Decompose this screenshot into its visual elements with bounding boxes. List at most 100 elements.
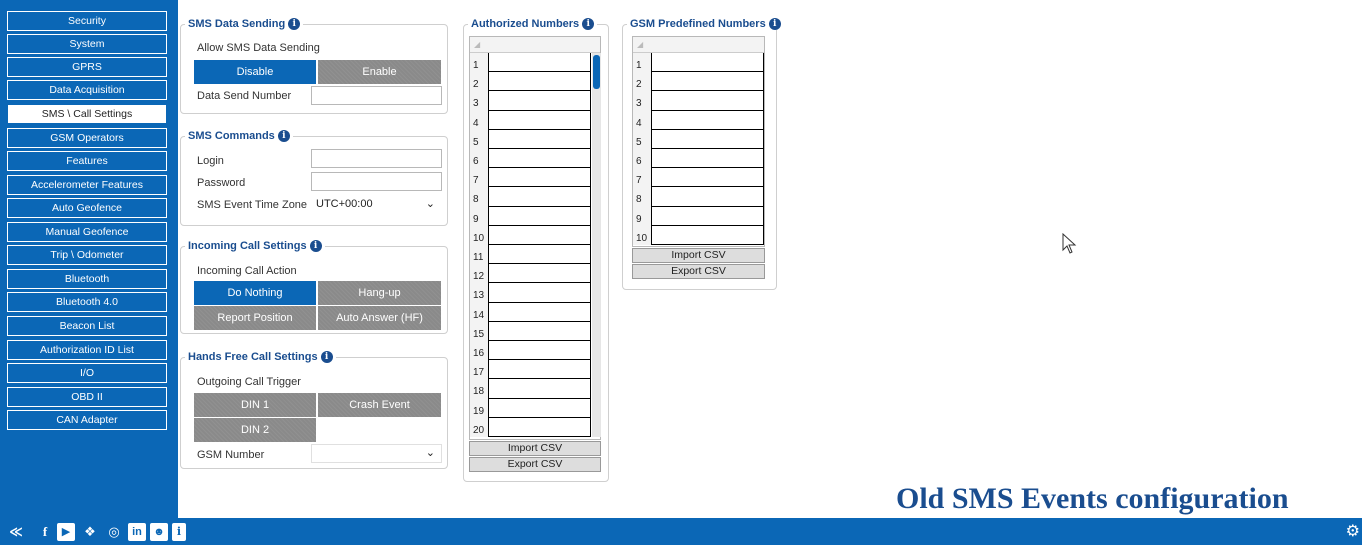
number-cell[interactable] bbox=[488, 302, 591, 322]
number-cell[interactable] bbox=[488, 110, 591, 130]
info-icon[interactable]: i bbox=[320, 351, 333, 363]
info-icon[interactable]: i bbox=[582, 18, 595, 30]
number-cell[interactable] bbox=[488, 379, 591, 399]
info-icon[interactable]: i bbox=[768, 18, 781, 30]
info-icon[interactable]: i bbox=[172, 523, 186, 541]
group-title: Authorized Numbers bbox=[471, 18, 580, 30]
password-input[interactable] bbox=[311, 172, 442, 191]
hands-free-group: Hands Free Call Settings i Outgoing Call … bbox=[180, 351, 448, 469]
number-cell[interactable] bbox=[651, 168, 764, 188]
scrollbar[interactable] bbox=[592, 53, 601, 437]
sidebar-item[interactable]: CAN Adapter bbox=[7, 410, 167, 430]
sidebar: Security System GPRS Data Acquisition SMS \ … bbox=[0, 0, 178, 518]
login-input[interactable] bbox=[311, 149, 442, 168]
sidebar-item[interactable]: GSM Operators bbox=[7, 128, 167, 148]
number-cell[interactable] bbox=[488, 398, 591, 418]
disable-button[interactable]: Disable bbox=[194, 60, 316, 84]
number-cell[interactable] bbox=[651, 110, 764, 130]
footer-bar: ≪ f ▶ ❖ ◎ in ☻ i bbox=[0, 518, 1362, 545]
din2-button[interactable]: DIN 2 bbox=[194, 418, 316, 442]
number-cell[interactable] bbox=[651, 149, 764, 169]
sidebar-item[interactable]: Authorization ID List bbox=[7, 340, 167, 360]
number-cell[interactable] bbox=[651, 72, 764, 92]
number-cell[interactable] bbox=[488, 245, 591, 265]
number-cell[interactable] bbox=[488, 341, 591, 361]
crash-event-button[interactable]: Crash Event bbox=[318, 393, 441, 417]
import-csv-button[interactable]: Import CSV bbox=[469, 441, 601, 456]
gear-icon[interactable]: ⚙ bbox=[1346, 521, 1360, 541]
sidebar-item[interactable]: I/O bbox=[7, 363, 167, 383]
din1-button[interactable]: DIN 1 bbox=[194, 393, 316, 417]
sidebar-item[interactable]: Security bbox=[7, 11, 167, 31]
table-row: 9 bbox=[470, 206, 591, 226]
collapse-icon[interactable]: ≪ bbox=[6, 523, 26, 541]
data-send-number-input[interactable] bbox=[311, 86, 442, 105]
sidebar-item[interactable]: Auto Geofence bbox=[7, 198, 167, 218]
table-row: 12 bbox=[470, 264, 591, 284]
sidebar-item[interactable]: SMS \ Call Settings bbox=[7, 104, 167, 124]
gsm-number-select[interactable]: ⌄ bbox=[311, 444, 442, 463]
table-row: 1 bbox=[470, 53, 591, 73]
sidebar-item[interactable]: Data Acquisition bbox=[7, 80, 167, 100]
number-cell[interactable] bbox=[651, 53, 764, 73]
export-csv-button[interactable]: Export CSV bbox=[469, 457, 601, 472]
info-icon[interactable]: i bbox=[309, 240, 322, 252]
sidebar-item[interactable]: Bluetooth bbox=[7, 269, 167, 289]
auto-answer-button[interactable]: Auto Answer (HF) bbox=[318, 306, 441, 330]
number-cell[interactable] bbox=[488, 53, 591, 73]
linkedin-icon[interactable]: in bbox=[128, 523, 146, 541]
table-row: 8 bbox=[470, 187, 591, 207]
export-csv-button[interactable]: Export CSV bbox=[632, 264, 765, 279]
do-nothing-button[interactable]: Do Nothing bbox=[194, 281, 316, 305]
number-cell[interactable] bbox=[488, 264, 591, 284]
number-cell[interactable] bbox=[488, 206, 591, 226]
data-send-number-label: Data Send Number bbox=[197, 90, 292, 102]
number-cell[interactable] bbox=[651, 129, 764, 149]
info-icon[interactable]: i bbox=[277, 130, 290, 142]
table-row: 2 bbox=[633, 72, 764, 92]
import-csv-button[interactable]: Import CSV bbox=[632, 248, 765, 263]
sidebar-item[interactable]: Beacon List bbox=[7, 316, 167, 336]
number-cell[interactable] bbox=[488, 72, 591, 92]
sidebar-item[interactable]: Trip \ Odometer bbox=[7, 245, 167, 265]
number-cell[interactable] bbox=[651, 225, 764, 245]
number-cell[interactable] bbox=[488, 321, 591, 341]
sidebar-item[interactable]: System bbox=[7, 34, 167, 54]
enable-button[interactable]: Enable bbox=[318, 60, 441, 84]
number-cell[interactable] bbox=[488, 360, 591, 380]
facebook-icon[interactable]: f bbox=[38, 523, 52, 541]
number-cell[interactable] bbox=[651, 187, 764, 207]
number-cell[interactable] bbox=[488, 225, 591, 245]
youtube-icon[interactable]: ▶ bbox=[57, 523, 75, 541]
table-row: 9 bbox=[633, 206, 764, 226]
instagram-icon[interactable]: ◎ bbox=[104, 523, 124, 541]
sidebar-item[interactable]: GPRS bbox=[7, 57, 167, 77]
sms-commands-group: SMS Commands i Login Password SMS Event T… bbox=[180, 130, 448, 226]
sidebar-item[interactable]: Bluetooth 4.0 bbox=[7, 292, 167, 312]
number-cell[interactable] bbox=[488, 168, 591, 188]
number-cell[interactable] bbox=[651, 206, 764, 226]
hang-up-button[interactable]: Hang-up bbox=[318, 281, 441, 305]
sidebar-item[interactable]: Features bbox=[7, 151, 167, 171]
twitter-icon[interactable]: ❖ bbox=[80, 523, 100, 541]
number-cell[interactable] bbox=[651, 91, 764, 111]
number-cell[interactable] bbox=[488, 91, 591, 111]
number-cell[interactable] bbox=[488, 129, 591, 149]
group-title: Hands Free Call Settings bbox=[188, 351, 318, 363]
number-cell[interactable] bbox=[488, 417, 591, 437]
sidebar-item[interactable]: Manual Geofence bbox=[7, 222, 167, 242]
info-icon[interactable]: i bbox=[288, 18, 301, 30]
number-cell[interactable] bbox=[488, 149, 591, 169]
sidebar-item[interactable]: Accelerometer Features bbox=[7, 175, 167, 195]
table-row: 18 bbox=[470, 379, 591, 399]
number-cell[interactable] bbox=[488, 187, 591, 207]
chat-icon[interactable]: ☻ bbox=[150, 523, 168, 541]
report-position-button[interactable]: Report Position bbox=[194, 306, 316, 330]
table-row: 16 bbox=[470, 341, 591, 361]
sidebar-item[interactable]: OBD II bbox=[7, 387, 167, 407]
time-zone-select[interactable]: UTC+00:00 ⌄ bbox=[311, 195, 442, 214]
group-title: Incoming Call Settings bbox=[188, 240, 307, 252]
table-row: 5 bbox=[470, 129, 591, 149]
number-cell[interactable] bbox=[488, 283, 591, 303]
scrollbar-thumb[interactable] bbox=[593, 55, 600, 89]
